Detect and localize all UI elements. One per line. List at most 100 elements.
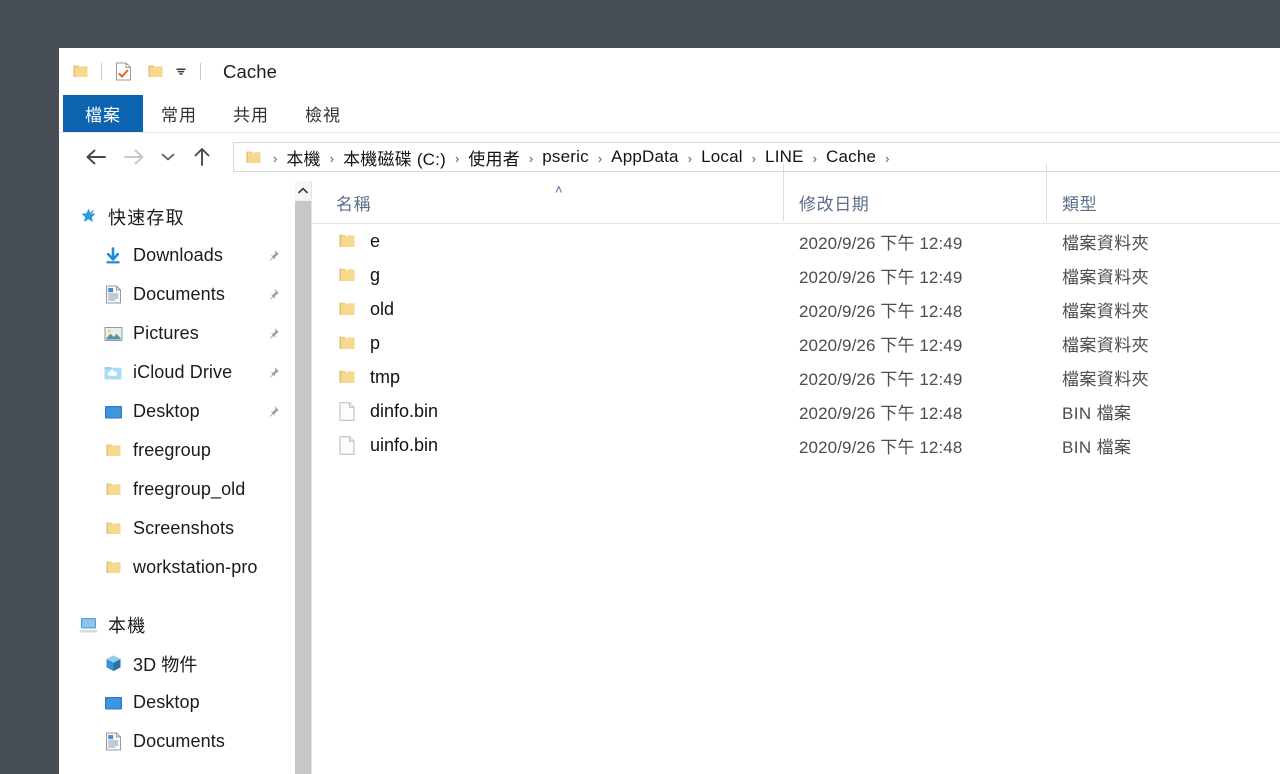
date-modified-cell: 2020/9/26 下午 12:48 <box>799 437 963 457</box>
sidebar-item-label: Pictures <box>133 323 199 343</box>
file-name-cell[interactable]: tmp <box>312 367 783 388</box>
breadcrumb-item-pseric[interactable]: pseric <box>542 147 589 167</box>
breadcrumb-separator[interactable]: › <box>589 152 611 165</box>
column-header-type[interactable]: 類型 <box>1046 164 1280 223</box>
navigation-pane: 快速存取 Downloads Documents Pictures iCloud… <box>59 181 312 774</box>
new-folder-icon[interactable] <box>144 61 166 83</box>
sidebar-item-desktop[interactable]: Desktop <box>59 392 294 431</box>
sidebar-item-icloud-drive[interactable]: iCloud Drive <box>59 353 294 392</box>
toolbar-divider-1 <box>101 63 102 80</box>
file-name-cell[interactable]: old <box>312 299 783 320</box>
table-row[interactable]: e 2020/9/26 下午 12:49 檔案資料夾 <box>312 224 1280 258</box>
folder-icon <box>336 232 358 250</box>
breadcrumb-item-users[interactable]: 使用者 <box>468 145 520 170</box>
sidebar-section-this-pc[interactable]: 本機 <box>59 605 294 644</box>
3d-objects-icon <box>101 654 125 673</box>
column-header-name[interactable]: 名稱 <box>312 190 783 223</box>
tab-file[interactable]: 檔案 <box>63 95 143 132</box>
file-name-cell[interactable]: dinfo.bin <box>312 401 783 422</box>
file-name-text: p <box>370 332 381 353</box>
customize-chevron-icon[interactable] <box>172 61 190 83</box>
file-name-cell[interactable]: g <box>312 265 783 286</box>
sidebar-item-screenshots[interactable]: Screenshots <box>59 509 294 548</box>
breadcrumb-item-this-pc[interactable]: 本機 <box>286 145 320 170</box>
sidebar-item-3d-objects[interactable]: 3D 物件 <box>59 644 294 683</box>
table-row[interactable]: p 2020/9/26 下午 12:49 檔案資料夾 <box>312 326 1280 360</box>
sidebar-item-label: 3D 物件 <box>133 654 198 675</box>
sidebar-item-workstation-pro[interactable]: workstation-pro <box>59 548 294 587</box>
navigation-pane-scrollbar[interactable] <box>294 181 311 774</box>
file-icon <box>336 435 358 455</box>
breadcrumb-separator[interactable]: › <box>804 152 826 165</box>
date-modified-cell: 2020/9/26 下午 12:49 <box>799 233 963 253</box>
breadcrumb-item-local[interactable]: Local <box>701 147 743 167</box>
breadcrumb-separator[interactable]: › <box>321 152 343 165</box>
sidebar-item-pictures[interactable]: Pictures <box>59 314 294 353</box>
file-name-cell[interactable]: uinfo.bin <box>312 435 783 456</box>
sidebar-item-freegroup-old[interactable]: freegroup_old <box>59 470 294 509</box>
breadcrumb-separator[interactable]: › <box>446 152 468 165</box>
column-header-row: 名稱 修改日期 類型 <box>312 164 1280 224</box>
breadcrumb-item-appdata[interactable]: AppData <box>611 147 679 167</box>
table-row[interactable]: tmp 2020/9/26 下午 12:49 檔案資料夾 <box>312 360 1280 394</box>
breadcrumb-separator[interactable]: › <box>743 152 765 165</box>
breadcrumb-separator[interactable]: › <box>520 152 542 165</box>
folder-icon <box>336 300 358 318</box>
back-button[interactable] <box>77 140 115 174</box>
address-bar[interactable]: › 本機 › 本機磁碟 (C:) › 使用者 › pseric › AppDat… <box>233 142 1280 172</box>
folder-icon <box>101 520 125 537</box>
pin-icon[interactable] <box>267 327 280 340</box>
ribbon-tab-strip: 檔案 常用 共用 檢視 <box>59 95 1280 133</box>
file-name-text: tmp <box>370 366 401 387</box>
window-title: Cache <box>223 60 277 82</box>
table-row[interactable]: uinfo.bin 2020/9/26 下午 12:48 BIN 檔案 <box>312 428 1280 462</box>
sidebar-item-label: freegroup <box>133 440 211 460</box>
navigation-bar: › 本機 › 本機磁碟 (C:) › 使用者 › pseric › AppDat… <box>59 133 1280 181</box>
table-row[interactable]: dinfo.bin 2020/9/26 下午 12:48 BIN 檔案 <box>312 394 1280 428</box>
breadcrumb-separator[interactable]: › <box>679 152 701 165</box>
pin-icon[interactable] <box>267 405 280 418</box>
breadcrumb-separator[interactable]: › <box>876 152 898 165</box>
breadcrumb-item-c-drive[interactable]: 本機磁碟 (C:) <box>343 145 446 170</box>
sidebar-item-label: Desktop <box>133 692 200 712</box>
sidebar-item-freegroup[interactable]: freegroup <box>59 431 294 470</box>
sidebar-item-documents[interactable]: Documents <box>59 275 294 314</box>
properties-icon[interactable] <box>112 61 134 83</box>
table-row[interactable]: g 2020/9/26 下午 12:49 檔案資料夾 <box>312 258 1280 292</box>
desktop-icon <box>101 404 125 420</box>
folder-icon[interactable] <box>69 61 91 83</box>
type-cell: 檔案資料夾 <box>1062 233 1149 253</box>
pin-icon[interactable] <box>267 249 280 262</box>
pin-icon[interactable] <box>267 366 280 379</box>
column-header-date-modified[interactable]: 修改日期 <box>783 164 1046 223</box>
table-row[interactable]: old 2020/9/26 下午 12:48 檔案資料夾 <box>312 292 1280 326</box>
folder-icon <box>336 266 358 284</box>
pin-icon[interactable] <box>267 288 280 301</box>
recent-locations-chevron-icon[interactable] <box>153 140 183 174</box>
document-icon <box>101 285 125 304</box>
file-name-cell[interactable]: e <box>312 231 783 252</box>
sidebar-section-label: 本機 <box>108 615 147 636</box>
scrollbar-thumb[interactable] <box>295 201 311 774</box>
scroll-up-arrow-icon[interactable] <box>295 181 311 200</box>
date-modified-cell: 2020/9/26 下午 12:48 <box>799 301 963 321</box>
tab-view[interactable]: 檢視 <box>287 95 359 132</box>
sidebar-item-documents-pc[interactable]: Documents <box>59 722 294 761</box>
breadcrumb-separator[interactable]: › <box>264 152 286 165</box>
tab-share[interactable]: 共用 <box>215 95 287 132</box>
sidebar-section-quick-access[interactable]: 快速存取 <box>59 197 294 236</box>
toolbar-divider-2 <box>200 63 201 80</box>
breadcrumb-item-line[interactable]: LINE <box>765 147 804 167</box>
breadcrumb-item-cache[interactable]: Cache <box>826 147 876 167</box>
forward-button[interactable] <box>115 140 153 174</box>
sidebar-item-label: iCloud Drive <box>133 362 233 382</box>
sidebar-item-label: freegroup_old <box>133 479 246 499</box>
date-modified-cell: 2020/9/26 下午 12:49 <box>799 335 963 355</box>
file-name-cell[interactable]: p <box>312 333 783 354</box>
sidebar-item-downloads[interactable]: Downloads <box>59 236 294 275</box>
tab-home[interactable]: 常用 <box>143 95 215 132</box>
address-folder-icon <box>242 146 264 168</box>
up-button[interactable] <box>183 140 221 174</box>
desktop-icon <box>101 695 125 711</box>
sidebar-item-desktop-pc[interactable]: Desktop <box>59 683 294 722</box>
